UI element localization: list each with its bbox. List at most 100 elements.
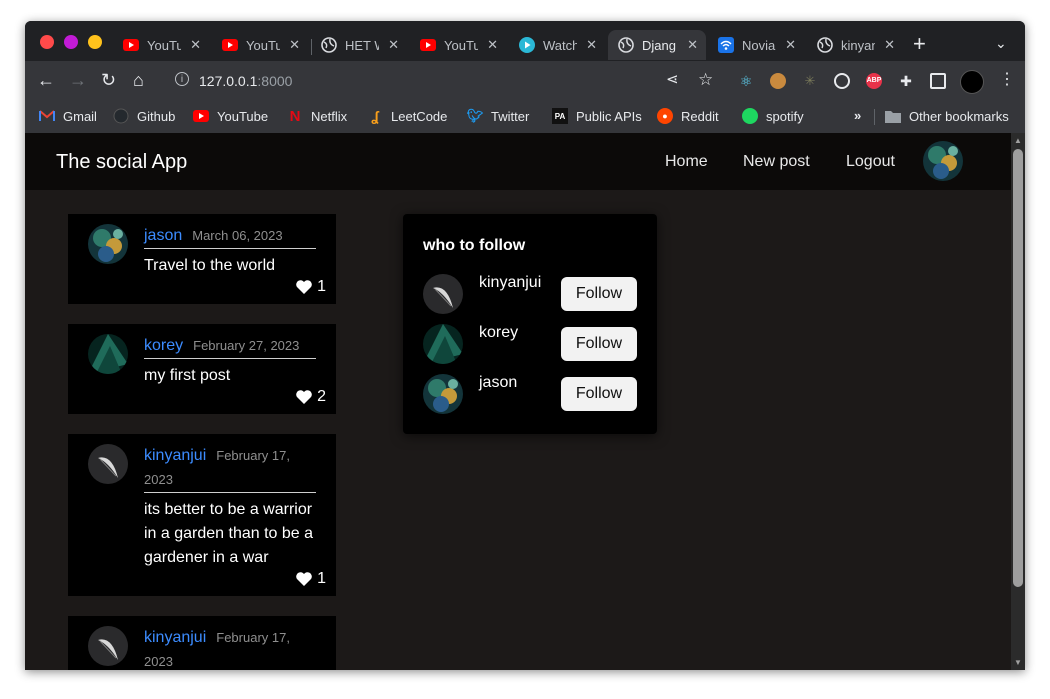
url-text: 127.0.0.1:8000	[199, 73, 293, 89]
bookmark-gmail[interactable]: Gmail	[39, 108, 97, 124]
tab-close-icon[interactable]: ✕	[487, 37, 498, 53]
suggestion-name[interactable]: jason	[479, 374, 517, 392]
follow-suggestion: korey Follow	[423, 324, 637, 364]
tab-het[interactable]: HET W ✕	[311, 30, 407, 60]
site-info-icon[interactable]: i	[175, 72, 189, 86]
follow-button[interactable]: Follow	[561, 327, 637, 361]
who-to-follow-title: who to follow	[423, 237, 526, 254]
tab-watch[interactable]: Watch ✕	[509, 30, 605, 60]
profile-avatar-icon[interactable]	[960, 70, 984, 94]
forward-arrow-icon[interactable]: →	[69, 70, 87, 90]
scroll-up-arrow-icon[interactable]: ▲	[1014, 136, 1022, 145]
globe-icon	[618, 37, 634, 53]
globe-icon	[817, 37, 833, 53]
app-navbar: The social App Home New post Logout	[25, 133, 1025, 190]
target-icon[interactable]	[834, 73, 850, 89]
back-arrow-icon[interactable]: ←	[37, 70, 55, 90]
more-bookmarks-chevron-icon[interactable]: »	[854, 108, 861, 123]
post-date: March 06, 2023	[192, 228, 283, 243]
share-icon[interactable]: ⋖	[666, 70, 679, 90]
bookmark-github[interactable]: Github	[113, 108, 175, 124]
post-avatar[interactable]	[88, 444, 128, 484]
youtube-icon	[193, 108, 209, 124]
browser-toolbar: ← → ↻ ⌂ i 127.0.0.1:8000 ⋖ ☆ ⚛ ✳ ABP ✚ ⋮	[25, 61, 1025, 101]
suggestion-name[interactable]: korey	[479, 324, 518, 342]
nav-home-link[interactable]: Home	[665, 153, 708, 171]
netflix-icon: N	[289, 107, 301, 125]
brand-link[interactable]: The social App	[56, 151, 187, 174]
twitter-icon: 🐦︎	[466, 108, 484, 123]
reload-icon[interactable]: ↻	[101, 70, 116, 90]
spider-icon[interactable]: ✳	[802, 73, 818, 89]
post-username-link[interactable]: korey	[144, 337, 183, 354]
tab-close-icon[interactable]: ✕	[884, 37, 895, 53]
minimize-window-dot[interactable]	[64, 35, 78, 49]
tab-close-icon[interactable]: ✕	[586, 37, 597, 53]
nav-new-post-link[interactable]: New post	[743, 153, 810, 171]
like-count: 1	[317, 278, 326, 295]
post-header: jason March 06, 2023	[144, 224, 316, 249]
tab-youtube-3[interactable]: YouTube ✕	[410, 30, 506, 60]
post-username-link[interactable]: kinyanjui	[144, 629, 206, 646]
maximize-window-dot[interactable]	[88, 35, 102, 49]
tab-youtube-2[interactable]: YouTube ✕	[212, 30, 308, 60]
post-date: February 27, 2023	[193, 338, 300, 353]
tab-close-icon[interactable]: ✕	[785, 37, 796, 53]
post-username-link[interactable]: jason	[144, 227, 182, 244]
sidepanel-icon[interactable]	[930, 73, 946, 89]
kebab-menu-icon[interactable]: ⋮	[999, 70, 1015, 90]
scroll-down-arrow-icon[interactable]: ▼	[1014, 658, 1022, 667]
tab-close-icon[interactable]: ✕	[687, 37, 698, 53]
adblock-icon[interactable]: ABP	[866, 73, 882, 89]
page-scrollbar[interactable]: ▲ ▼	[1011, 133, 1025, 670]
like-button[interactable]: 1	[295, 278, 326, 296]
puzzle-icon[interactable]: ✚	[898, 73, 914, 89]
tab-search-chevron-icon[interactable]: ⌄	[995, 35, 1007, 52]
like-button[interactable]: 2	[295, 388, 326, 406]
tab-close-icon[interactable]: ✕	[388, 37, 399, 53]
suggestion-name[interactable]: kinyanjui	[479, 274, 541, 292]
tab-close-icon[interactable]: ✕	[289, 37, 300, 53]
bookmark-netflix[interactable]: N Netflix	[287, 107, 348, 125]
close-window-dot[interactable]	[40, 35, 54, 49]
bookmark-public-apis[interactable]: PA Public APIs	[552, 108, 642, 124]
tab-kinyanjui[interactable]: kinyanjui ✕	[807, 30, 903, 60]
tab-novia[interactable]: Novia ✕	[708, 30, 804, 60]
folder-icon	[885, 108, 901, 124]
new-tab-icon[interactable]: +	[913, 33, 926, 55]
post-avatar[interactable]	[88, 224, 128, 264]
cookie-icon[interactable]	[770, 73, 786, 89]
bookmark-reddit[interactable]: ● Reddit	[657, 108, 719, 124]
like-button[interactable]: 1	[295, 570, 326, 588]
suggestion-avatar[interactable]	[423, 374, 463, 414]
bookmark-star-icon[interactable]: ☆	[698, 70, 713, 90]
react-devtools-icon[interactable]: ⚛	[738, 73, 754, 89]
bookmark-youtube[interactable]: YouTube	[193, 108, 268, 124]
suggestion-avatar[interactable]	[423, 324, 463, 364]
tab-close-icon[interactable]: ✕	[190, 37, 201, 53]
post-card: kinyanjui February 17, 2023	[68, 616, 336, 670]
other-bookmarks[interactable]: Other bookmarks	[885, 108, 1009, 124]
tab-youtube-1[interactable]: YouTube ✕	[113, 30, 209, 60]
globe-icon	[321, 37, 337, 53]
post-avatar[interactable]	[88, 334, 128, 374]
post-avatar[interactable]	[88, 626, 128, 666]
post-username-link[interactable]: kinyanjui	[144, 447, 206, 464]
follow-button[interactable]: Follow	[561, 277, 637, 311]
suggestion-avatar[interactable]	[423, 274, 463, 314]
tab-django-active[interactable]: Django ✕	[608, 30, 706, 60]
nav-logout-link[interactable]: Logout	[846, 153, 895, 171]
follow-button[interactable]: Follow	[561, 377, 637, 411]
profile-avatar[interactable]	[923, 141, 963, 181]
play-circle-icon	[519, 37, 535, 53]
bookmark-twitter[interactable]: 🐦︎ Twitter	[466, 108, 530, 124]
post-header: kinyanjui February 17, 2023	[144, 444, 316, 493]
bookmark-spotify[interactable]: spotify	[742, 108, 804, 124]
leetcode-icon: ʆ	[371, 108, 379, 124]
post-text: its better to be a warrior in a garden t…	[144, 501, 314, 566]
who-to-follow-card: who to follow kinyanjui Follow korey Fol…	[403, 214, 657, 434]
scrollbar-thumb[interactable]	[1013, 149, 1023, 587]
home-icon[interactable]: ⌂	[133, 70, 144, 90]
address-bar[interactable]: i 127.0.0.1:8000	[165, 66, 725, 96]
bookmark-leetcode[interactable]: ʆ LeetCode	[367, 108, 447, 124]
